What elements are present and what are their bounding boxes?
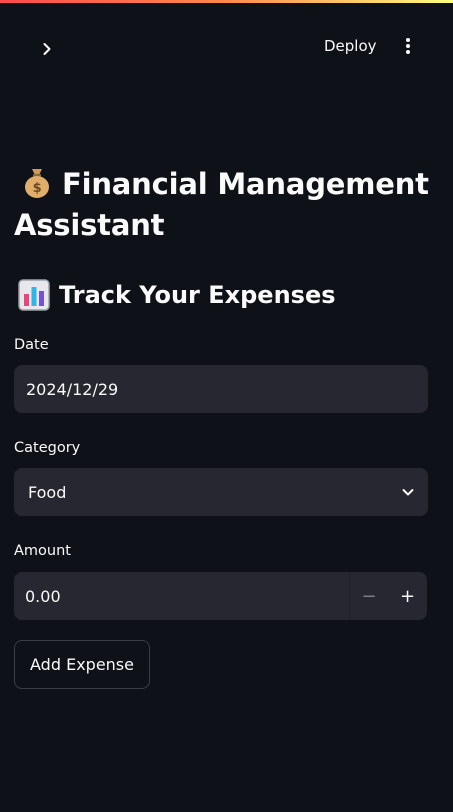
bar-chart-icon	[18, 279, 50, 311]
decrement-button[interactable]: −	[349, 572, 388, 620]
deploy-button[interactable]: Deploy	[316, 30, 385, 62]
page-title: $ Financial Management Assistant	[14, 164, 439, 246]
increment-button[interactable]: +	[388, 572, 427, 620]
money-bag-icon: $	[25, 169, 49, 198]
category-select-value: Food	[28, 482, 67, 502]
section-title-text: Track Your Expenses	[59, 281, 336, 309]
main-menu-button[interactable]	[394, 30, 422, 62]
add-expense-button[interactable]: Add Expense	[14, 640, 150, 689]
amount-label: Amount	[14, 543, 71, 559]
page-title-text: Financial Management Assistant	[14, 167, 429, 242]
date-label: Date	[14, 337, 49, 353]
expand-sidebar-button[interactable]	[30, 32, 64, 66]
chevron-down-icon	[388, 485, 428, 499]
category-label: Category	[14, 440, 81, 456]
app-header	[0, 3, 453, 63]
date-input[interactable]: 2024/12/29	[14, 365, 428, 413]
amount-number-input: 0.00 − +	[14, 572, 427, 620]
chevron-right-icon	[43, 43, 51, 55]
category-select[interactable]: Food	[14, 468, 428, 516]
section-title: Track Your Expenses	[18, 277, 336, 313]
more-vertical-icon	[406, 38, 410, 54]
date-input-value: 2024/12/29	[26, 379, 119, 399]
amount-input-value[interactable]: 0.00	[14, 587, 349, 606]
svg-text:$: $	[33, 181, 42, 196]
